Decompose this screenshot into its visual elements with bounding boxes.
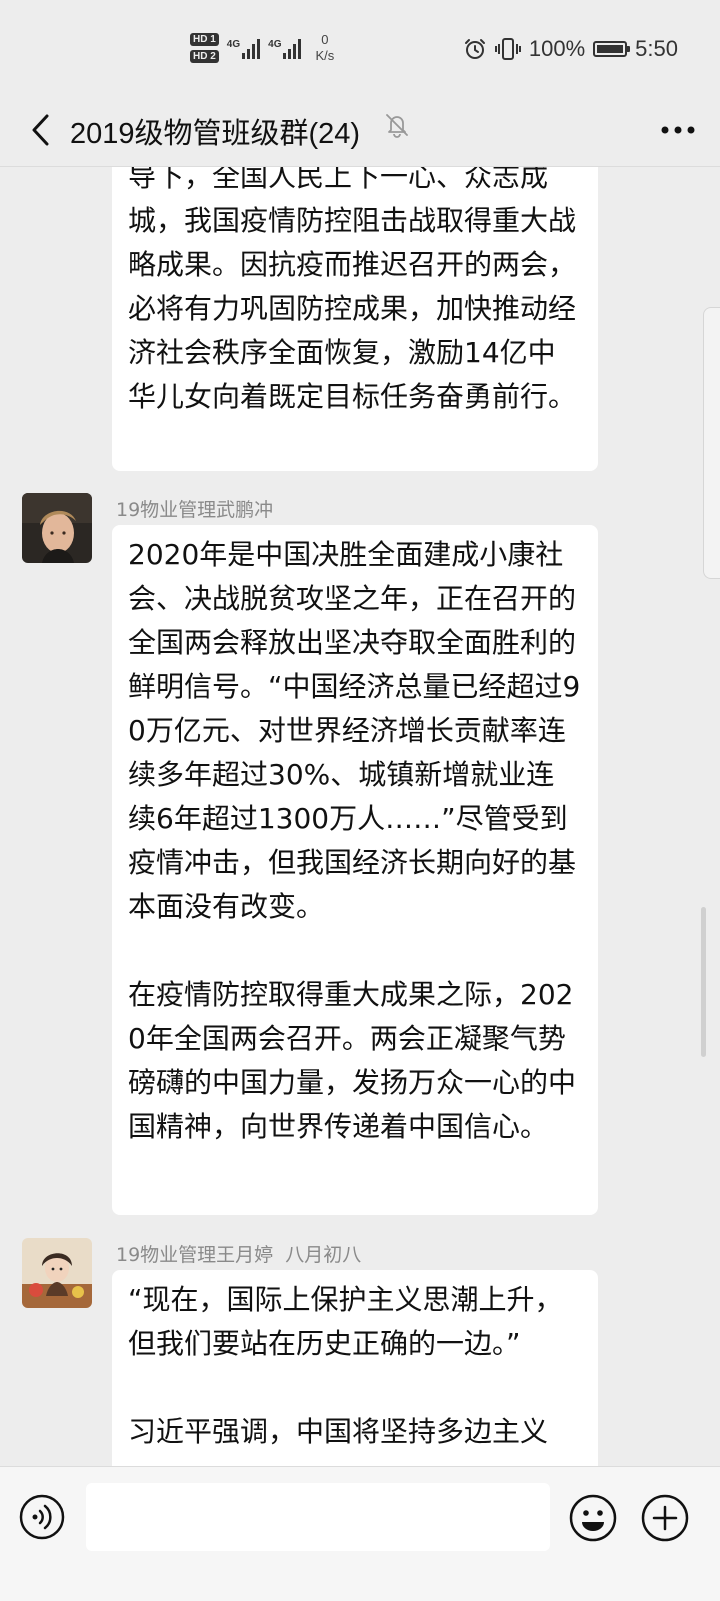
more-options-button[interactable] — [654, 108, 702, 152]
message-bubble[interactable]: “现在，国际上保护主义思潮上升，但我们要站在历史正确的一边。” 习近平强调，中国… — [112, 1270, 598, 1497]
network-type-label: 4G — [226, 39, 241, 50]
status-bar: HD 1 HD 2 4G 4G 0 K/s 100% 5:50 — [0, 0, 720, 100]
chat-header: 2019级物管班级群(24) — [0, 100, 720, 167]
avatar-image — [22, 1238, 92, 1308]
chat-message-list[interactable]: 导下，全国人民上下一心、众志成城，我国疫情防控阻击战取得重大战略成果。因抗疫而推… — [0, 167, 720, 1497]
sender-group-nickname: 八月初八 — [285, 1244, 362, 1266]
avatar[interactable] — [22, 1238, 92, 1308]
back-button[interactable] — [18, 108, 62, 152]
sim1-hd-badge: HD 1 — [190, 33, 219, 46]
alarm-icon — [464, 39, 485, 59]
sender-name: 19物业管理武鹏冲 — [116, 499, 274, 521]
avatar[interactable] — [22, 493, 92, 563]
clock-time: 5:50 — [635, 36, 678, 61]
status-right: 100% 5:50 — [463, 36, 678, 62]
signal-sim1-icon: 4G — [226, 37, 261, 59]
vibrate-icon — [494, 38, 521, 60]
voice-icon — [19, 1494, 65, 1540]
emoji-icon — [569, 1494, 617, 1542]
message-bubble[interactable]: 2020年是中国决胜全面建成小康社会、决战脱贫攻坚之年，正在召开的全国两会释放出… — [112, 525, 598, 1215]
battery-percentage: 100% — [528, 36, 586, 61]
message-input[interactable] — [86, 1483, 550, 1551]
voice-input-button[interactable] — [18, 1493, 66, 1541]
sender-name-line: 19物业管理王月婷 八月初八 — [116, 1240, 361, 1267]
scroll-handle[interactable] — [703, 307, 720, 579]
battery-icon — [593, 41, 631, 57]
chat-input-bar — [0, 1466, 720, 1601]
emoji-button[interactable] — [568, 1493, 618, 1543]
plus-icon — [641, 1494, 689, 1542]
avatar-image — [22, 493, 92, 563]
bell-off-icon — [386, 114, 408, 138]
network-indicators: HD 1 HD 2 4G 4G 0 K/s — [190, 32, 334, 64]
network-speed-unit: K/s — [315, 48, 335, 63]
sim-badges: HD 1 HD 2 — [190, 33, 219, 63]
sender-name-line: 19物业管理武鹏冲 — [116, 495, 273, 522]
signal-sim2-icon: 4G — [268, 37, 302, 59]
more-dots-icon — [661, 126, 695, 134]
network-speed-value: 0 — [321, 32, 329, 47]
sim2-hd-badge: HD 2 — [190, 50, 219, 63]
sender-name: 19物业管理王月婷 — [116, 1244, 274, 1266]
chevron-left-icon — [32, 114, 49, 146]
message-bubble[interactable]: 导下，全国人民上下一心、众志成城，我国疫情防控阻击战取得重大战略成果。因抗疫而推… — [112, 167, 598, 471]
network-type-label-2: 4G — [268, 39, 282, 50]
network-speed: 0 K/s — [315, 32, 334, 64]
add-attachment-button[interactable] — [640, 1493, 690, 1543]
scrollbar-thumb[interactable] — [701, 907, 706, 1057]
chat-title: 2019级物管班级群(24) — [70, 118, 361, 150]
